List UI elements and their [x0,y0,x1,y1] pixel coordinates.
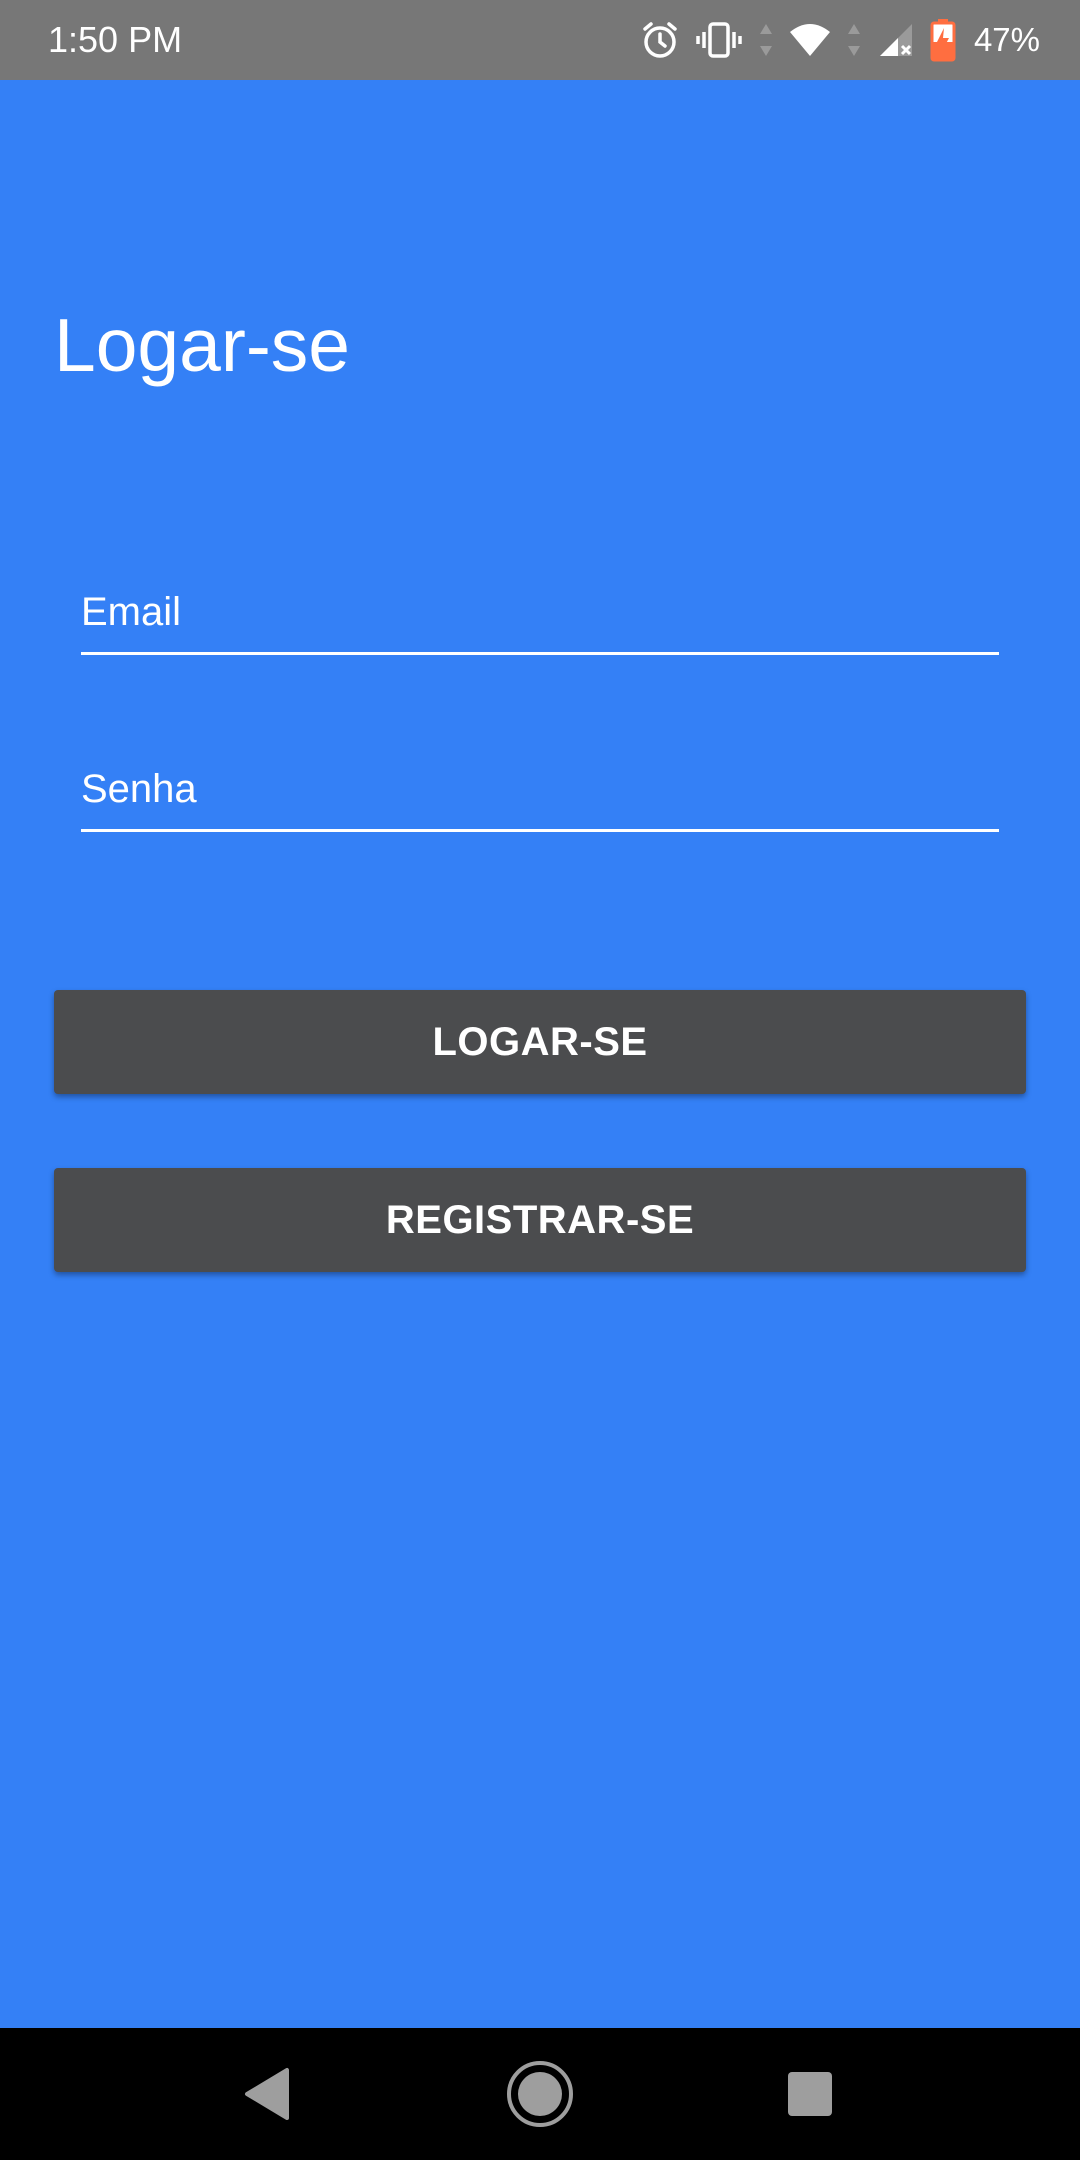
email-field-container [81,572,999,655]
home-icon[interactable] [504,2058,576,2130]
data-arrows-icon [758,18,774,62]
login-screen: 1:50 PM 47% Logar-se Email LOGAR-SE REGI… [0,0,1080,2160]
vibrate-icon [694,18,744,62]
alarm-icon [640,18,680,62]
wifi-icon [788,18,832,62]
cellular-no-signal-icon [876,18,916,62]
password-field-container [81,749,999,832]
back-icon[interactable] [232,2058,304,2130]
navigation-bar [0,2028,1080,2160]
status-time: 1:50 PM [48,19,183,60]
battery-percent: 47% [973,21,1040,58]
page-title: Logar-se [54,303,351,387]
register-button[interactable]: REGISTRAR-SE [54,1168,1026,1272]
email-field[interactable] [81,572,999,652]
status-bar: 1:50 PM 47% [0,0,1080,80]
login-button[interactable]: LOGAR-SE [54,990,1026,1094]
password-field[interactable] [81,749,999,829]
data-arrows-icon-2 [846,18,862,62]
recents-icon[interactable] [774,2058,846,2130]
battery-charging-icon [930,18,956,62]
status-icons: 47% [640,18,1040,62]
